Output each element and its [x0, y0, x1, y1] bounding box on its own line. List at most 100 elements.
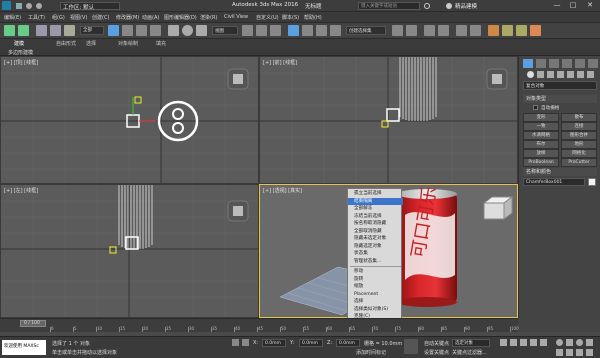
angle-snap-icon[interactable]	[302, 25, 313, 36]
select-icon[interactable]	[108, 25, 119, 36]
pivot-icon[interactable]	[242, 25, 253, 36]
ribbon-tab-4[interactable]: 填充	[156, 40, 166, 47]
context-menu-item-11[interactable]: 旋转	[348, 276, 403, 283]
context-menu-item-15[interactable]: 选择类似对象(S)	[348, 306, 403, 313]
name-color-header[interactable]: 名称和颜色	[523, 168, 597, 176]
ribbon-tab-0[interactable]: 建模	[14, 40, 24, 47]
search-input[interactable]: 键入关键字或短语	[358, 2, 420, 10]
link-icon[interactable]	[36, 25, 47, 36]
motion-tab-icon[interactable]	[562, 59, 572, 68]
app-logo[interactable]	[2, 1, 11, 10]
layer-icon[interactable]	[424, 25, 435, 36]
autogrid-checkbox[interactable]	[533, 105, 538, 110]
ribbon-sub-label[interactable]: 多边形建模	[8, 49, 33, 56]
auto-key-label[interactable]: 自动关键点	[424, 340, 449, 347]
menu-item-7[interactable]: 图形编辑器(D)	[164, 14, 197, 21]
walk-through-icon[interactable]	[576, 349, 583, 356]
spacewarps-icon[interactable]	[577, 71, 584, 78]
x-coordinate-field[interactable]: 0.0mm	[262, 339, 286, 347]
viewport-front-label[interactable]: [+] [前] [线框]	[263, 59, 297, 66]
menu-item-9[interactable]: Civil View	[224, 14, 248, 20]
compound-button-4[interactable]: 水滴网格	[523, 131, 559, 140]
move-icon[interactable]	[168, 25, 179, 36]
helpers-icon[interactable]	[567, 71, 574, 78]
search-icon[interactable]	[424, 3, 430, 9]
ribbon-tab-1[interactable]: 自由形式	[56, 40, 76, 47]
context-menu-item-6[interactable]: 隐藏未选定对象	[348, 235, 403, 242]
graphite-icon[interactable]	[438, 25, 449, 36]
min-max-toggle-icon[interactable]	[586, 349, 593, 356]
menu-item-11[interactable]: 脚本(S)	[282, 14, 299, 21]
compound-button-11[interactable]: ProCutter	[561, 158, 597, 167]
undo-quick-icon[interactable]	[26, 3, 32, 9]
add-time-tag[interactable]: 添加时间标记	[356, 349, 386, 356]
redo-quick-icon[interactable]	[36, 3, 42, 9]
unlink-icon[interactable]	[50, 25, 61, 36]
viewport-left[interactable]: [+] [左] [线框]	[0, 184, 259, 318]
compound-button-3[interactable]: 连接	[561, 122, 597, 131]
compound-button-7[interactable]: 地形	[561, 140, 597, 149]
context-menu-item-5[interactable]: 全部取消隐藏	[348, 228, 403, 235]
close-button[interactable]: ✕	[583, 1, 597, 10]
context-menu-item-10[interactable]: 移动	[348, 268, 403, 275]
time-slider[interactable]: 0 / 100	[20, 320, 46, 327]
prev-frame-icon[interactable]	[510, 339, 517, 346]
compound-button-5[interactable]: 图形合并	[561, 131, 597, 140]
object-color-swatch[interactable]	[588, 178, 596, 186]
viewport-persp-label[interactable]: [+] [透视] [真实]	[263, 187, 302, 194]
compound-button-2[interactable]: 一致	[523, 122, 559, 131]
absolute-mode-icon[interactable]	[242, 339, 249, 346]
menu-item-2[interactable]: 组(G)	[52, 14, 65, 21]
play-icon[interactable]	[520, 339, 527, 346]
context-menu-item-7[interactable]: 隐藏选定对象	[348, 243, 403, 250]
key-mode-icon[interactable]	[404, 339, 418, 354]
minimize-button[interactable]: —	[550, 1, 564, 10]
y-coordinate-field[interactable]: 0.0mm	[299, 339, 323, 347]
maximize-button[interactable]: □	[566, 1, 580, 10]
compound-button-0[interactable]: 变形	[523, 113, 559, 122]
systems-icon[interactable]	[587, 71, 594, 78]
hierarchy-tab-icon[interactable]	[549, 59, 559, 68]
orbit-icon[interactable]	[576, 339, 583, 346]
zoom-extents-icon[interactable]	[566, 349, 573, 356]
compound-button-8[interactable]: 放样	[523, 149, 559, 158]
snap-icon[interactable]	[288, 25, 299, 36]
compound-button-9[interactable]: 网格化	[561, 149, 597, 158]
context-menu-item-12[interactable]: 缩放	[348, 283, 403, 290]
rect-select-icon[interactable]	[136, 25, 147, 36]
undo-icon[interactable]	[4, 25, 15, 36]
ribbon-tab-3[interactable]: 对象绘制	[118, 40, 138, 47]
context-menu-item-4[interactable]: 按名称取消隐藏	[348, 220, 403, 227]
scale-icon[interactable]	[196, 25, 207, 36]
compound-button-1[interactable]: 散布	[561, 113, 597, 122]
menu-item-1[interactable]: 工具(T)	[28, 14, 45, 21]
viewport-top[interactable]: [+] [顶] [线框]	[0, 56, 259, 184]
compound-button-6[interactable]: 布尔	[523, 140, 559, 149]
align-icon[interactable]	[406, 25, 417, 36]
menu-item-3[interactable]: 视图(V)	[70, 14, 87, 21]
menu-item-6[interactable]: 动画(A)	[142, 14, 159, 21]
workspace-dropdown[interactable]: 工作区: 默认	[60, 2, 120, 11]
viewport-front[interactable]: [+] [前] [线框]	[259, 56, 518, 184]
object-category-dropdown[interactable]: 复合对象	[523, 81, 597, 90]
object-type-header[interactable]: 对象类型	[523, 95, 597, 103]
menu-item-12[interactable]: 帮助(H)	[304, 14, 322, 21]
user-name[interactable]: 精品建模	[455, 2, 477, 10]
next-frame-icon[interactable]	[530, 339, 537, 346]
user-icon[interactable]	[446, 3, 452, 9]
menu-item-4[interactable]: 创建(C)	[92, 14, 109, 21]
selection-set-dropdown[interactable]: 创建选择集	[346, 26, 386, 35]
quick-save-icon[interactable]	[16, 3, 22, 9]
context-menu-item-9[interactable]: 管理状态集...	[348, 258, 403, 265]
display-tab-icon[interactable]	[575, 59, 585, 68]
context-menu-item-1[interactable]: 结束隔离	[348, 197, 403, 205]
menu-item-10[interactable]: 自定义(U)	[256, 14, 279, 21]
modify-tab-icon[interactable]	[536, 59, 546, 68]
select-by-name-icon[interactable]	[122, 25, 133, 36]
context-menu-item-2[interactable]: 全部解冻	[348, 205, 403, 212]
context-menu-item-8[interactable]: 状态集	[348, 250, 403, 257]
z-coordinate-field[interactable]: 0.0mm	[336, 339, 360, 347]
pan-icon[interactable]	[566, 339, 573, 346]
bind-icon[interactable]	[64, 25, 75, 36]
filter-dropdown[interactable]: 全部	[80, 26, 104, 35]
